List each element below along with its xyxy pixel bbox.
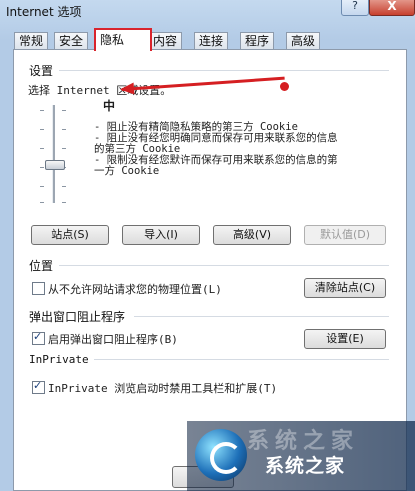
location-checkbox-label: 从不允许网站请求您的物理位置(L) bbox=[48, 283, 222, 296]
annotation-arrow-dot bbox=[280, 82, 289, 91]
slider-tick bbox=[62, 202, 66, 203]
tab-privacy-label: 隐私 bbox=[100, 33, 125, 47]
watermark-text: 系统之家 bbox=[265, 455, 346, 477]
slider-tick bbox=[62, 129, 66, 130]
privacy-slider-track bbox=[52, 105, 55, 203]
tab-content[interactable]: 内容 bbox=[148, 32, 183, 49]
popup-blocker-checkbox-label: 启用弹出窗口阻止程序(B) bbox=[48, 333, 178, 346]
slider-tick bbox=[40, 167, 44, 168]
popup-settings-button[interactable]: 设置(E) bbox=[304, 329, 386, 349]
slider-tick bbox=[40, 186, 44, 187]
window-title: Internet 选项 bbox=[6, 5, 82, 19]
default-button[interactable]: 默认值(D) bbox=[304, 225, 386, 245]
slider-tick bbox=[40, 202, 44, 203]
watermark-logo-icon bbox=[195, 429, 247, 481]
slider-tick bbox=[62, 186, 66, 187]
internet-options-window: Internet 选项 ? X 常规 安全 隐私 内容 连接 程序 高级 设置 … bbox=[0, 0, 415, 491]
inprivate-checkbox-label: InPrivate 浏览启动时禁用工具栏和扩展(T) bbox=[48, 382, 278, 395]
clear-sites-button[interactable]: 清除站点(C) bbox=[304, 278, 386, 298]
settings-separator bbox=[59, 70, 389, 71]
advanced-button[interactable]: 高级(V) bbox=[213, 225, 291, 245]
tab-general[interactable]: 常规 bbox=[14, 32, 49, 49]
popup-blocker-checkbox[interactable] bbox=[32, 330, 45, 345]
privacy-level-description: - 阻止没有精简隐私策略的第三方 Cookie - 阻止没有经您明确同意而保存可… bbox=[94, 121, 338, 177]
inprivate-checkbox[interactable] bbox=[32, 379, 45, 394]
watermark-logo-swirl bbox=[210, 442, 242, 474]
sites-button[interactable]: 站点(S) bbox=[31, 225, 109, 245]
slider-tick bbox=[62, 148, 66, 149]
annotation-arrow-head bbox=[119, 82, 135, 96]
privacy-level: 中 bbox=[103, 99, 116, 113]
watermark: 系统之家 系统之家 bbox=[187, 421, 415, 491]
tab-connections[interactable]: 连接 bbox=[194, 32, 229, 49]
title-bar: Internet 选项 ? X bbox=[0, 0, 415, 24]
zone-text: 选择 Internet 区域设置。 bbox=[28, 84, 172, 97]
privacy-slider-thumb[interactable] bbox=[45, 160, 65, 170]
import-button[interactable]: 导入(I) bbox=[122, 225, 200, 245]
slider-tick bbox=[40, 129, 44, 130]
location-separator bbox=[59, 265, 389, 266]
location-checkbox[interactable] bbox=[32, 282, 45, 295]
tab-security[interactable]: 安全 bbox=[54, 32, 89, 49]
slider-tick bbox=[40, 148, 44, 149]
close-button[interactable]: X bbox=[369, 0, 415, 16]
inprivate-group-title: InPrivate bbox=[29, 353, 89, 366]
tab-advanced[interactable]: 高级 bbox=[286, 32, 321, 49]
settings-group-title: 设置 bbox=[29, 64, 54, 78]
popup-group-title: 弹出窗口阻止程序 bbox=[29, 310, 126, 324]
help-button[interactable]: ? bbox=[341, 0, 369, 16]
popup-separator bbox=[134, 316, 389, 317]
tab-privacy[interactable]: 隐私 bbox=[94, 28, 152, 51]
location-group-title: 位置 bbox=[29, 259, 54, 273]
slider-tick bbox=[40, 110, 44, 111]
slider-tick bbox=[62, 110, 66, 111]
inprivate-separator bbox=[94, 359, 389, 360]
tab-programs[interactable]: 程序 bbox=[240, 32, 275, 49]
